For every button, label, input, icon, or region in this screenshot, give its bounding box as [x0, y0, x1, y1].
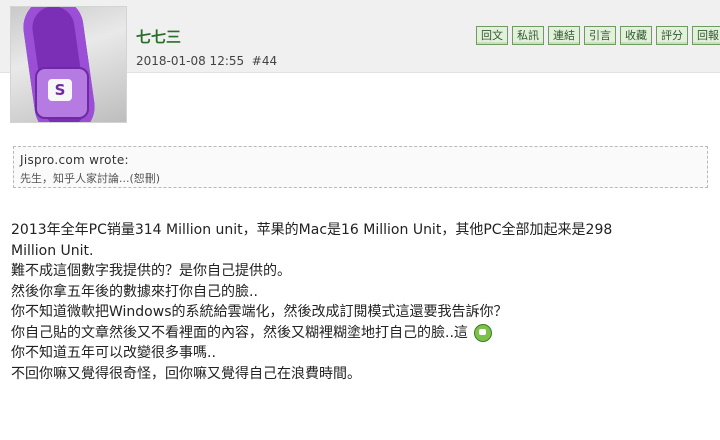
brand-logo-icon: S [48, 79, 72, 101]
reply-button[interactable]: 回文 [476, 26, 508, 45]
laughing-face-icon [473, 323, 492, 342]
content-line: 難不成這個數字我提供的？是你自己提供的。 [11, 263, 291, 279]
content-line: 你不知道五年可以改變很多事嗎.. [11, 345, 216, 361]
content-line: Million Unit. [11, 242, 94, 259]
content-line: 不回你嘛又覺得很奇怪，回你嘛又覺得自己在浪費時間。 [11, 365, 361, 382]
content-line: 然後你拿五年後的數據來打你自己的臉.. [11, 283, 258, 300]
post-content: 2013年全年PC销量314 Million unit，苹果的Mac是16 Mi… [11, 220, 711, 384]
favorite-button[interactable]: 收藏 [620, 26, 652, 45]
quote-block: Jispro.com wrote: 先生，知乎人家討論...(恕刪) [13, 146, 708, 188]
quote-author: Jispro.com wrote: [20, 153, 129, 167]
avatar[interactable]: S [10, 6, 127, 123]
post-meta: 2018-01-08 12:55 #44 [136, 54, 277, 68]
content-line: 你不知道微軟把Windows的系統給雲端化，然後改成訂閱模式這還要我告訴你？ [11, 304, 508, 320]
rate-button[interactable]: 評分 [656, 26, 688, 45]
link-button[interactable]: 連結 [548, 26, 580, 45]
quote-button[interactable]: 引言 [584, 26, 616, 45]
private-message-button[interactable]: 私訊 [512, 26, 544, 45]
post-toolbar: 回文 私訊 連結 引言 收藏 評分 回報 [476, 26, 720, 45]
post-timestamp: 2018-01-08 12:55 [136, 54, 245, 68]
content-line-with-emoji: 你自己貼的文章然後又不看裡面的內容，然後又糊裡糊塗地打自己的臉..這 [11, 323, 711, 344]
post-number[interactable]: #44 [252, 54, 277, 68]
content-line: 2013年全年PC销量314 Million unit，苹果的Mac是16 Mi… [11, 222, 613, 238]
quote-text: 先生，知乎人家討論...(恕刪) [20, 172, 161, 185]
content-text: 你自己貼的文章然後又不看裡面的內容，然後又糊裡糊塗地打自己的臉..這 [11, 324, 468, 341]
report-button[interactable]: 回報 [692, 26, 720, 45]
username[interactable]: 七七三 [136, 26, 181, 47]
